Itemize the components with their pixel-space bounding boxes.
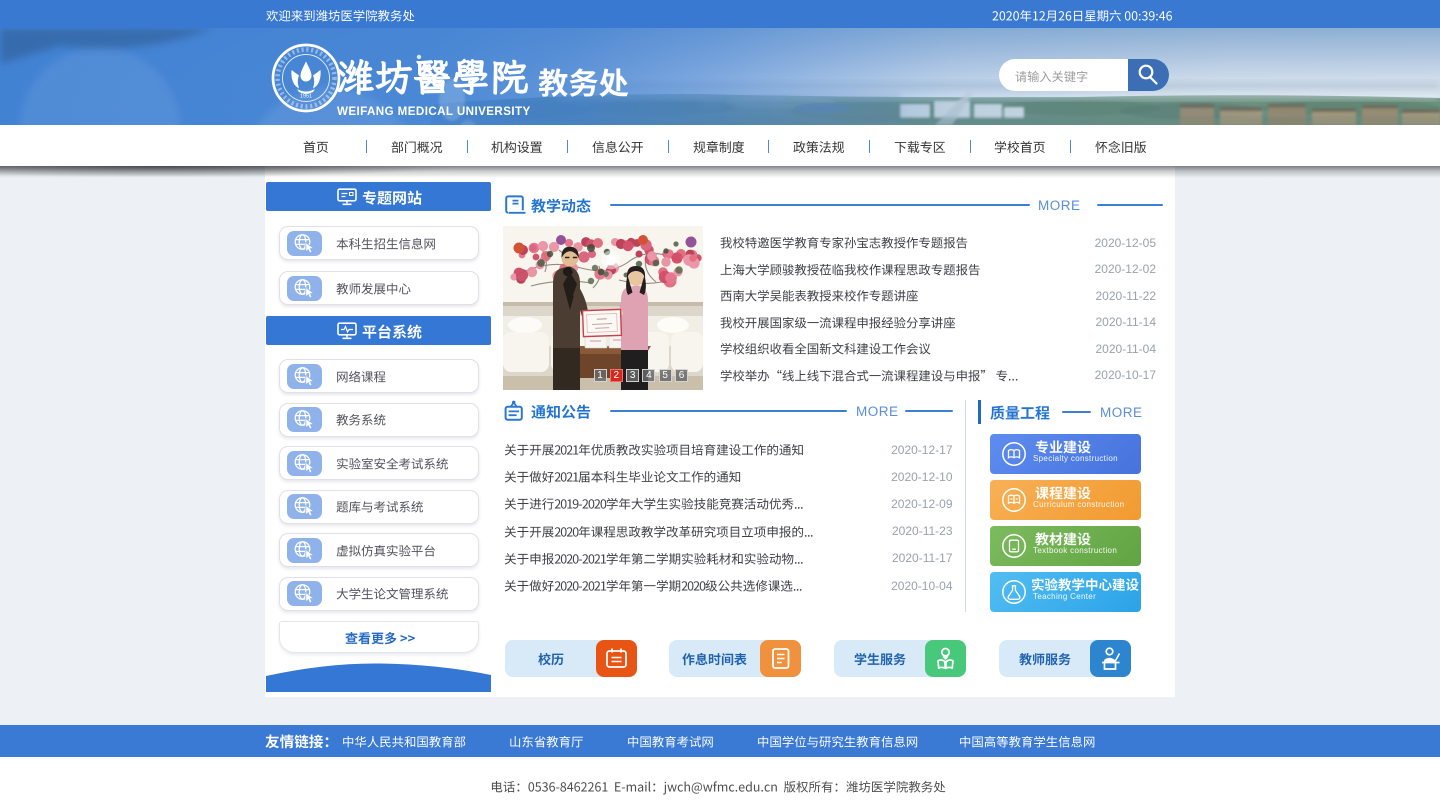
svg-text:1951: 1951 [300,94,312,100]
